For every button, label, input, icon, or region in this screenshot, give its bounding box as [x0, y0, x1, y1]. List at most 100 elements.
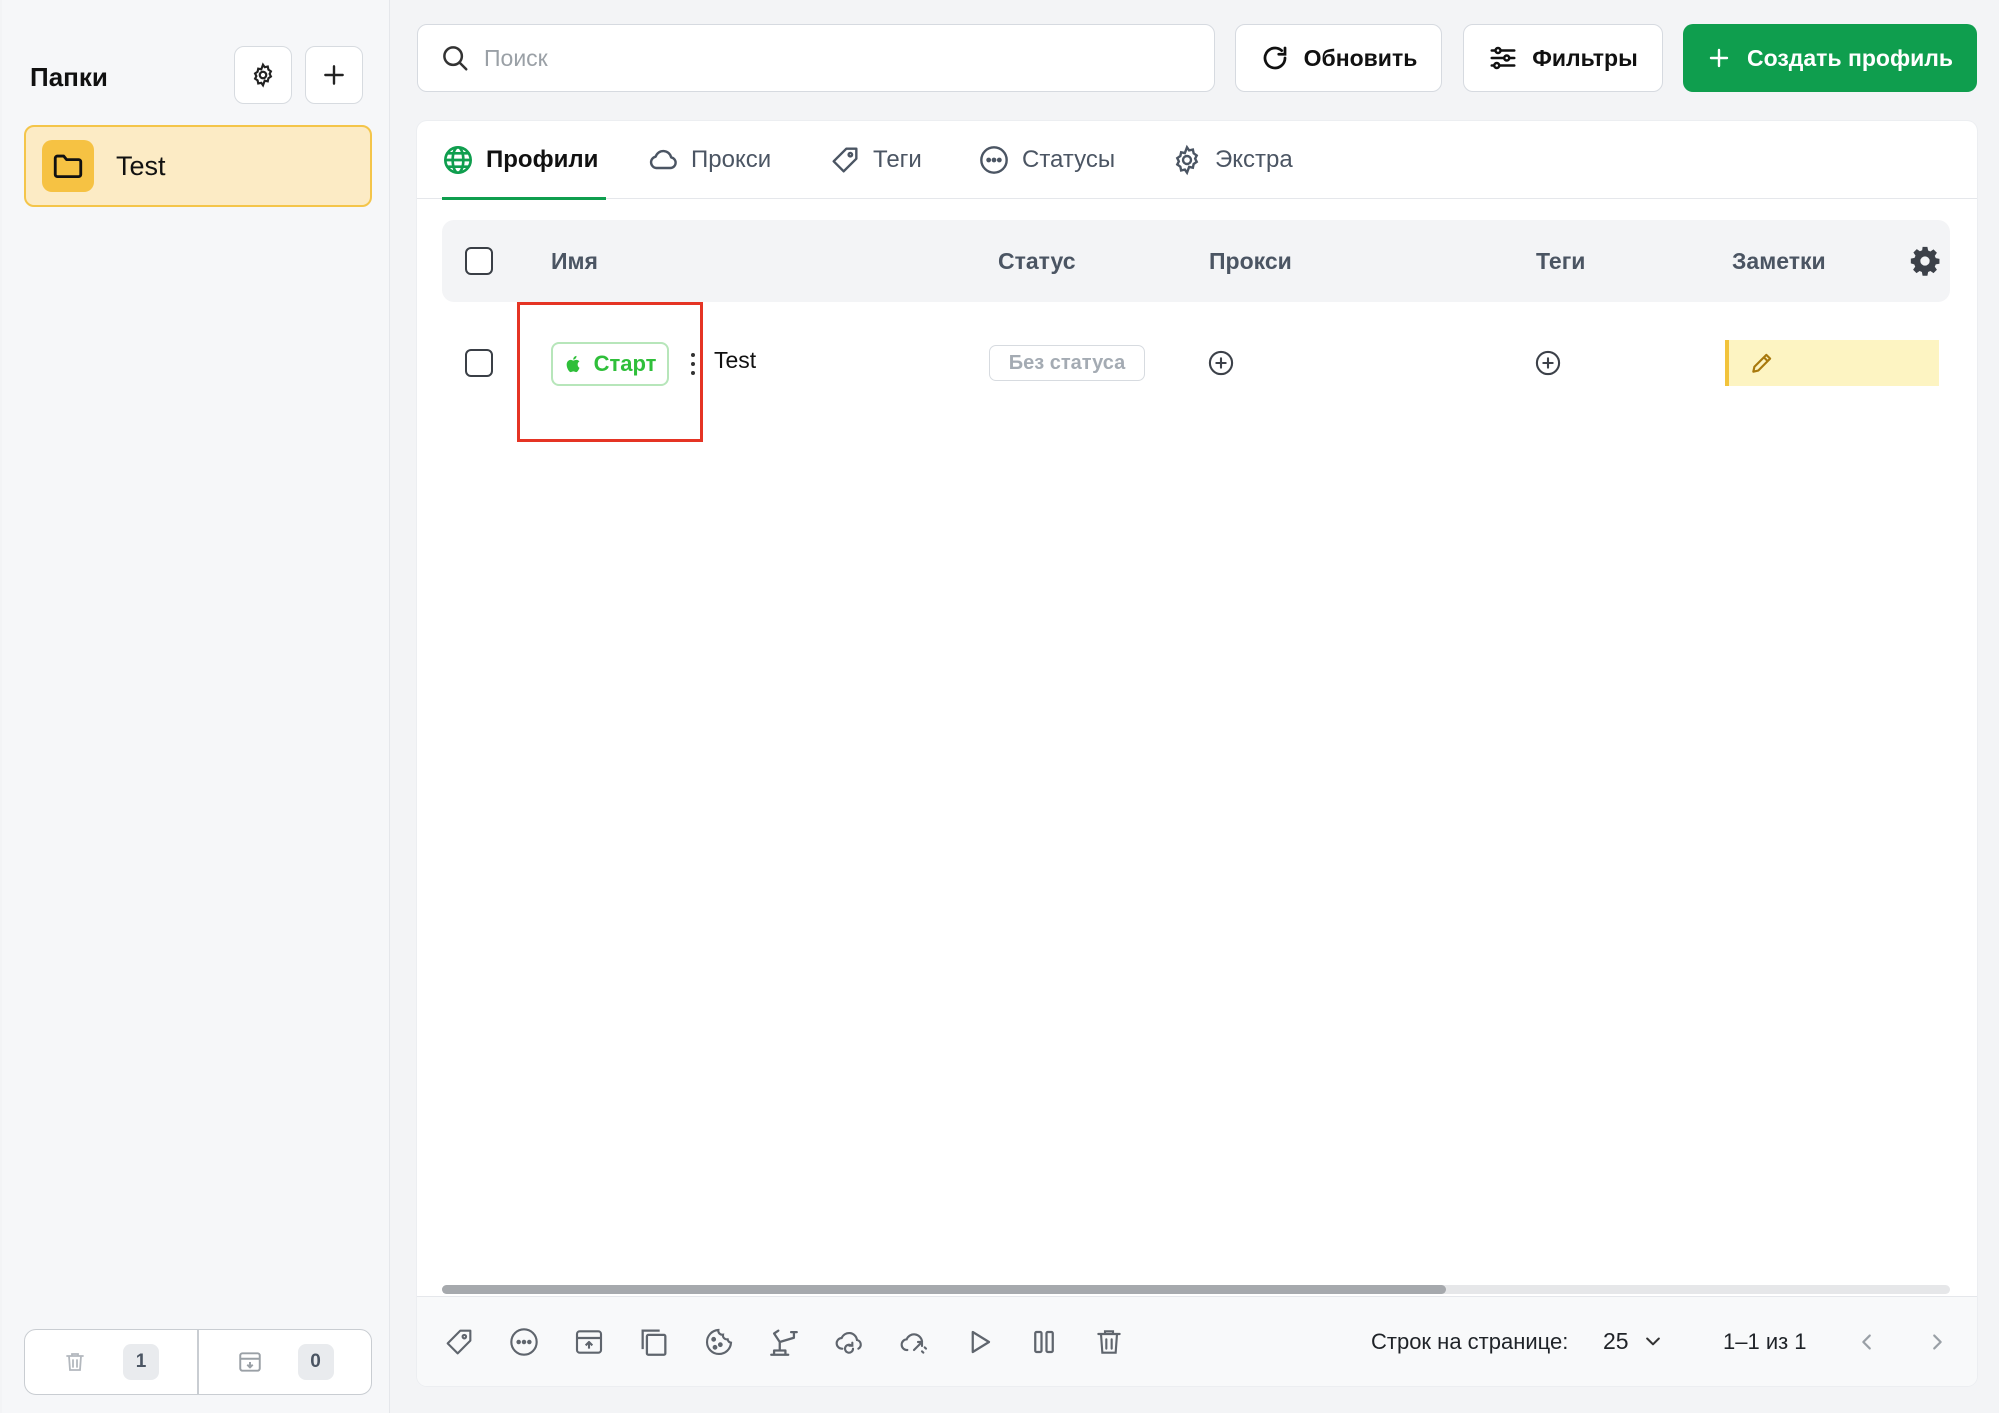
- chevron-down-icon: [1645, 1337, 1660, 1346]
- tab-label: Прокси: [691, 146, 772, 173]
- tab-label: Профили: [486, 146, 599, 173]
- sidebar-title: Папки: [30, 62, 108, 92]
- bulk-status-button[interactable]: [502, 1320, 546, 1364]
- cloud-sync-icon: [835, 1331, 862, 1354]
- select-all-checkbox[interactable]: [465, 247, 493, 275]
- gear-icon: [253, 62, 273, 88]
- folder-settings-button[interactable]: [234, 46, 292, 104]
- globe-icon: [444, 146, 472, 174]
- refresh-button[interactable]: Обновить: [1235, 24, 1442, 92]
- bulk-cookies-button[interactable]: [697, 1320, 741, 1364]
- tab-extra[interactable]: Экстра: [1171, 121, 1293, 199]
- archive-count-badge: 0: [297, 1344, 334, 1380]
- column-header-notes[interactable]: Заметки: [1732, 220, 1826, 302]
- sliders-icon: [1490, 46, 1516, 70]
- pause-icon: [1034, 1330, 1054, 1354]
- bulk-stop-button[interactable]: [1022, 1320, 1066, 1364]
- bulk-clone-button[interactable]: [632, 1320, 676, 1364]
- column-settings-button[interactable]: [1908, 220, 1942, 302]
- play-icon: [971, 1330, 991, 1354]
- bulk-tag-button[interactable]: [437, 1320, 481, 1364]
- row-menu-button[interactable]: [687, 345, 699, 383]
- chevron-left-icon: [1862, 1334, 1871, 1350]
- filters-button[interactable]: Фильтры: [1463, 24, 1663, 92]
- tab-proxies[interactable]: Прокси: [647, 121, 771, 199]
- app-window: Папки Test 1 0 Поиск Обновить Фильтры Со…: [0, 0, 1999, 1413]
- row-checkbox[interactable]: [465, 349, 493, 377]
- export-box-icon: [575, 1330, 603, 1354]
- sidebar: Папки Test 1 0: [2, 0, 390, 1413]
- rows-per-page-select[interactable]: 25: [1603, 1321, 1663, 1361]
- cloud-transfer-icon: [900, 1333, 928, 1354]
- tab-profiles[interactable]: Профили: [442, 121, 606, 200]
- scrollbar-thumb[interactable]: [442, 1285, 1446, 1294]
- add-proxy-button[interactable]: [1207, 349, 1235, 377]
- bulk-sync-button[interactable]: [827, 1320, 871, 1364]
- trash-button[interactable]: 1: [25, 1330, 197, 1394]
- tab-bar: Профили Прокси Теги Статусы Экстра: [417, 121, 1977, 200]
- start-label: Старт: [593, 351, 657, 376]
- plus-icon: [1709, 48, 1729, 68]
- column-header-name[interactable]: Имя: [551, 220, 598, 302]
- tab-tags[interactable]: Теги: [829, 121, 922, 199]
- kebab-dot: [691, 371, 695, 375]
- profile-name[interactable]: Test: [714, 347, 756, 374]
- trash-icon: [1097, 1330, 1121, 1354]
- column-header-status[interactable]: Статус: [998, 220, 1076, 302]
- previous-page-button[interactable]: [1847, 1322, 1887, 1362]
- tab-label: Экстра: [1215, 146, 1293, 173]
- bulk-cloud-transfer-button[interactable]: [892, 1320, 936, 1364]
- plus-icon: [324, 65, 344, 85]
- bulk-export-button[interactable]: [567, 1320, 611, 1364]
- tab-statuses[interactable]: Статусы: [978, 121, 1115, 199]
- search-box[interactable]: [417, 24, 1215, 92]
- status-badge[interactable]: Без статуса: [989, 345, 1145, 381]
- create-profile-label: Создать профиль: [1747, 44, 1953, 71]
- refresh-label: Обновить: [1303, 44, 1418, 71]
- plus-circle-icon: [1535, 350, 1561, 376]
- notes-edit-cell[interactable]: [1725, 340, 1939, 386]
- filters-label: Фильтры: [1532, 44, 1638, 71]
- search-input[interactable]: [484, 44, 1184, 72]
- horizontal-scrollbar[interactable]: [442, 1285, 1950, 1294]
- add-tag-button[interactable]: [1534, 349, 1562, 377]
- gear-icon: [1910, 246, 1940, 276]
- apple-icon: [566, 355, 580, 373]
- trash-archive-bar: 1 0: [24, 1329, 372, 1395]
- archive-button[interactable]: 0: [197, 1330, 371, 1394]
- kebab-dot: [691, 362, 695, 366]
- bulk-delete-button[interactable]: [1087, 1320, 1131, 1364]
- cookie-icon: [706, 1328, 733, 1355]
- rows-per-page-label: Строк на странице:: [1371, 1329, 1569, 1354]
- plus-circle-icon: [1208, 350, 1234, 376]
- tab-label: Теги: [873, 146, 922, 173]
- trash-icon: [66, 1353, 84, 1371]
- refresh-icon: [1263, 46, 1286, 70]
- copy-icon: [641, 1329, 667, 1356]
- start-profile-button[interactable]: Старт: [551, 342, 669, 386]
- create-profile-button[interactable]: Создать профиль: [1683, 24, 1977, 92]
- next-page-button[interactable]: [1917, 1322, 1957, 1362]
- add-folder-button[interactable]: [305, 46, 363, 104]
- bulk-actions-footer: Строк на странице: 25 1–1 из 1: [417, 1296, 1977, 1386]
- rows-per-page-value: 25: [1603, 1327, 1629, 1354]
- tab-label: Статусы: [1022, 146, 1116, 173]
- tag-icon: [446, 1329, 472, 1355]
- folder-label: Test: [116, 150, 166, 181]
- kebab-dot: [691, 353, 695, 357]
- column-header-proxy[interactable]: Прокси: [1209, 220, 1292, 302]
- more-circle-icon: [510, 1328, 538, 1356]
- folder-icon: [53, 154, 83, 179]
- folder-item-test[interactable]: Test: [24, 125, 372, 207]
- table-header: Имя Статус Прокси Теги Заметки: [442, 220, 1950, 302]
- bulk-start-button[interactable]: [957, 1320, 1001, 1364]
- pencil-icon: [1752, 353, 1772, 373]
- column-header-tags[interactable]: Теги: [1536, 220, 1585, 302]
- more-circle-icon: [980, 146, 1008, 174]
- cloud-icon: [649, 149, 677, 170]
- folder-icon-box: [42, 140, 94, 192]
- archive-icon: [238, 1352, 261, 1372]
- trash-count-badge: 1: [123, 1344, 159, 1380]
- page-info: 1–1 из 1: [1723, 1329, 1807, 1354]
- bulk-automation-button[interactable]: [762, 1320, 806, 1364]
